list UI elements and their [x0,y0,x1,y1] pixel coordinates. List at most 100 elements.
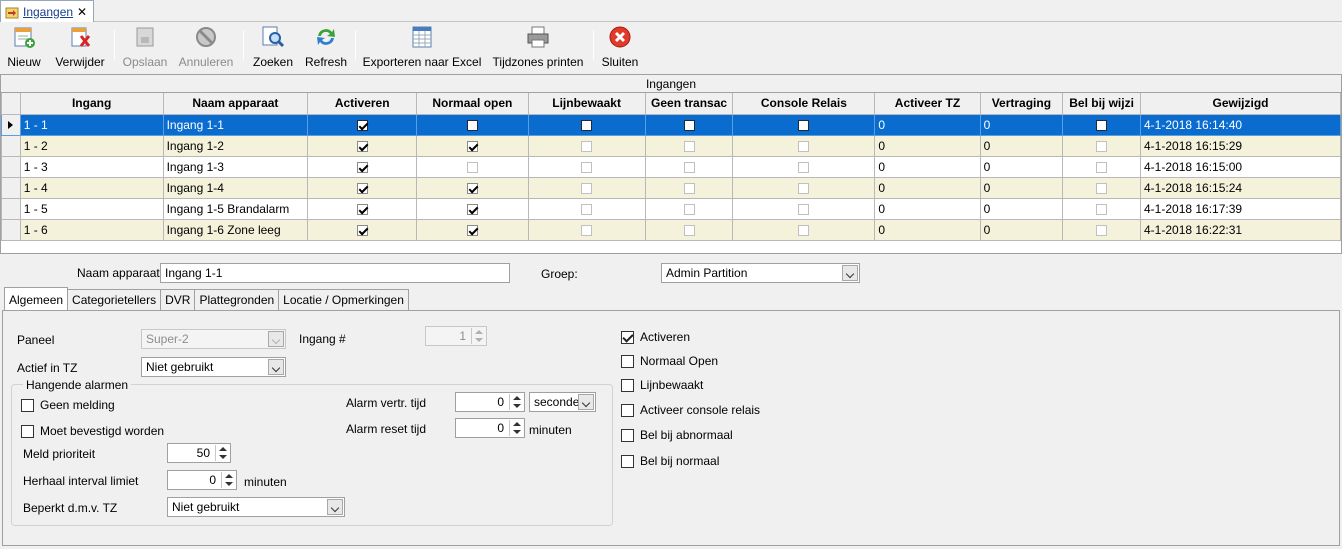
cell-ingang[interactable]: 1 - 6 [19,218,164,241]
cell-geen-transac[interactable] [644,218,734,241]
cell-ingang[interactable]: 1 - 1 [19,113,164,136]
group-select[interactable]: Admin Partition [661,263,860,283]
cell-console-relais[interactable] [732,218,876,241]
checkbox-cell[interactable] [466,161,478,173]
table-row[interactable]: 1 - 4 Ingang 1-4 0 0 4-1-2018 16:15:24 [1,176,1341,199]
cell-vertraging[interactable]: 0 [979,197,1064,220]
checkbox-cell[interactable] [1096,182,1108,194]
cell-console-relais[interactable] [732,113,876,136]
cell-lijnbewaakt[interactable] [527,155,646,178]
alarm-delay-unit-select[interactable]: seconde [529,392,596,412]
cell-gewijzigd[interactable]: 4-1-2018 16:15:00 [1140,155,1341,178]
limited-by-tz-select[interactable]: Niet gebruikt [167,497,345,517]
table-row[interactable]: 1 - 1 Ingang 1-1 0 0 4-1-2018 16:14:40 [1,113,1341,136]
tab-categorietellers[interactable]: Categorietellers [67,289,162,310]
chevron-down-icon[interactable] [268,331,284,347]
cell-activeer-tz[interactable]: 0 [874,155,981,178]
checkbox-box[interactable] [21,398,34,412]
cell-gewijzigd[interactable]: 4-1-2018 16:22:31 [1140,218,1341,241]
table-row[interactable]: 1 - 6 Ingang 1-6 Zone leeg 0 0 4-1-2018 16:2… [1,218,1341,241]
row-indicator[interactable] [1,155,21,178]
cell-activeren[interactable] [307,197,418,220]
column-header[interactable]: Bel bij wijzi [1062,93,1141,115]
cell-vertraging[interactable]: 0 [979,113,1064,136]
cell-gewijzigd[interactable]: 4-1-2018 16:14:40 [1140,113,1341,136]
entrance-number-stepper[interactable]: 1 [425,326,487,346]
cell-normaal-open[interactable] [416,113,529,136]
cell-geen-transac[interactable] [644,113,734,136]
cell-naam[interactable]: Ingang 1-2 [162,134,309,157]
checkbox-cell[interactable] [356,161,368,173]
cell-naam[interactable]: Ingang 1-1 [162,113,309,136]
device-name-input[interactable]: Ingang 1-1 [160,263,510,283]
cell-console-relais[interactable] [732,155,876,178]
stepper-arrows-icon[interactable] [509,420,523,436]
checkbox-box[interactable] [621,403,634,417]
table-row[interactable]: 1 - 3 Ingang 1-3 0 0 4-1-2018 16:15:00 [1,155,1341,178]
checkbox-box[interactable] [621,378,634,392]
option-checkbox[interactable]: Bel bij abnormaal [621,428,733,442]
cell-lijnbewaakt[interactable] [527,113,646,136]
checkbox-cell[interactable] [581,140,593,152]
checkbox-cell[interactable] [356,182,368,194]
cancel-button[interactable]: Annuleren [176,24,236,69]
tab-algemeen[interactable]: Algemeen [4,287,69,310]
row-indicator[interactable] [1,218,21,241]
cell-normaal-open[interactable] [416,218,529,241]
checkbox-cell[interactable] [683,140,695,152]
print-timezones-button[interactable]: Tijdzones printen [490,24,586,69]
checkbox-cell[interactable] [466,119,478,131]
refresh-button[interactable]: Refresh [304,24,348,69]
checkbox-box[interactable] [621,330,634,344]
checkbox-cell[interactable] [356,119,368,131]
checkbox-cell[interactable] [356,224,368,236]
report-priority-stepper[interactable]: 50 [167,443,231,463]
alarm-reset-stepper[interactable]: 0 [455,418,525,438]
cell-normaal-open[interactable] [416,134,529,157]
new-button[interactable]: Nieuw [4,24,44,69]
checkbox-cell[interactable] [581,224,593,236]
stepper-arrows-icon[interactable] [471,328,485,344]
cell-naam[interactable]: Ingang 1-5 Brandalarm [162,197,309,220]
chevron-down-icon[interactable] [327,499,343,515]
tab-locatie-opmerkingen[interactable]: Locatie / Opmerkingen [278,289,409,310]
cell-geen-transac[interactable] [644,134,734,157]
cell-lijnbewaakt[interactable] [527,197,646,220]
chevron-down-icon[interactable] [268,359,284,375]
checkbox-cell[interactable] [798,119,810,131]
table-row[interactable]: 1 - 5 Ingang 1-5 Brandalarm 0 0 4-1-2018 16:… [1,197,1341,220]
cell-vertraging[interactable]: 0 [979,134,1064,157]
checkbox-cell[interactable] [683,161,695,173]
option-checkbox[interactable]: Bel bij normaal [621,454,719,468]
cell-activeer-tz[interactable]: 0 [874,134,981,157]
cell-bel[interactable] [1062,197,1141,220]
cell-geen-transac[interactable] [644,197,734,220]
checkbox-cell[interactable] [466,203,478,215]
checkbox-cell[interactable] [798,203,810,215]
checkbox-cell[interactable] [466,182,478,194]
cell-normaal-open[interactable] [416,176,529,199]
checkbox-cell[interactable] [581,161,593,173]
stepper-arrows-icon[interactable] [215,445,229,461]
column-header[interactable]: Lijnbewaakt [527,93,646,115]
cell-activeer-tz[interactable]: 0 [874,197,981,220]
cell-vertraging[interactable]: 0 [979,218,1064,241]
checkbox-cell[interactable] [798,140,810,152]
checkbox-box[interactable] [621,428,634,442]
cell-activeren[interactable] [307,113,418,136]
tab-dvr[interactable]: DVR [160,289,196,310]
checkbox-cell[interactable] [356,203,368,215]
cell-normaal-open[interactable] [416,155,529,178]
cell-bel[interactable] [1062,176,1141,199]
column-header[interactable]: Console Relais [732,93,876,115]
cell-gewijzigd[interactable]: 4-1-2018 16:15:29 [1140,134,1341,157]
cell-bel[interactable] [1062,134,1141,157]
stepper-arrows-icon[interactable] [221,472,235,488]
column-header[interactable]: Normaal open [416,93,529,115]
checkbox-box[interactable] [621,454,634,468]
cell-activeer-tz[interactable]: 0 [874,113,981,136]
cell-activeren[interactable] [307,176,418,199]
export-excel-button[interactable]: Exporteren naar Excel [362,24,482,69]
checkbox-cell[interactable] [798,182,810,194]
checkbox-box[interactable] [621,354,634,368]
